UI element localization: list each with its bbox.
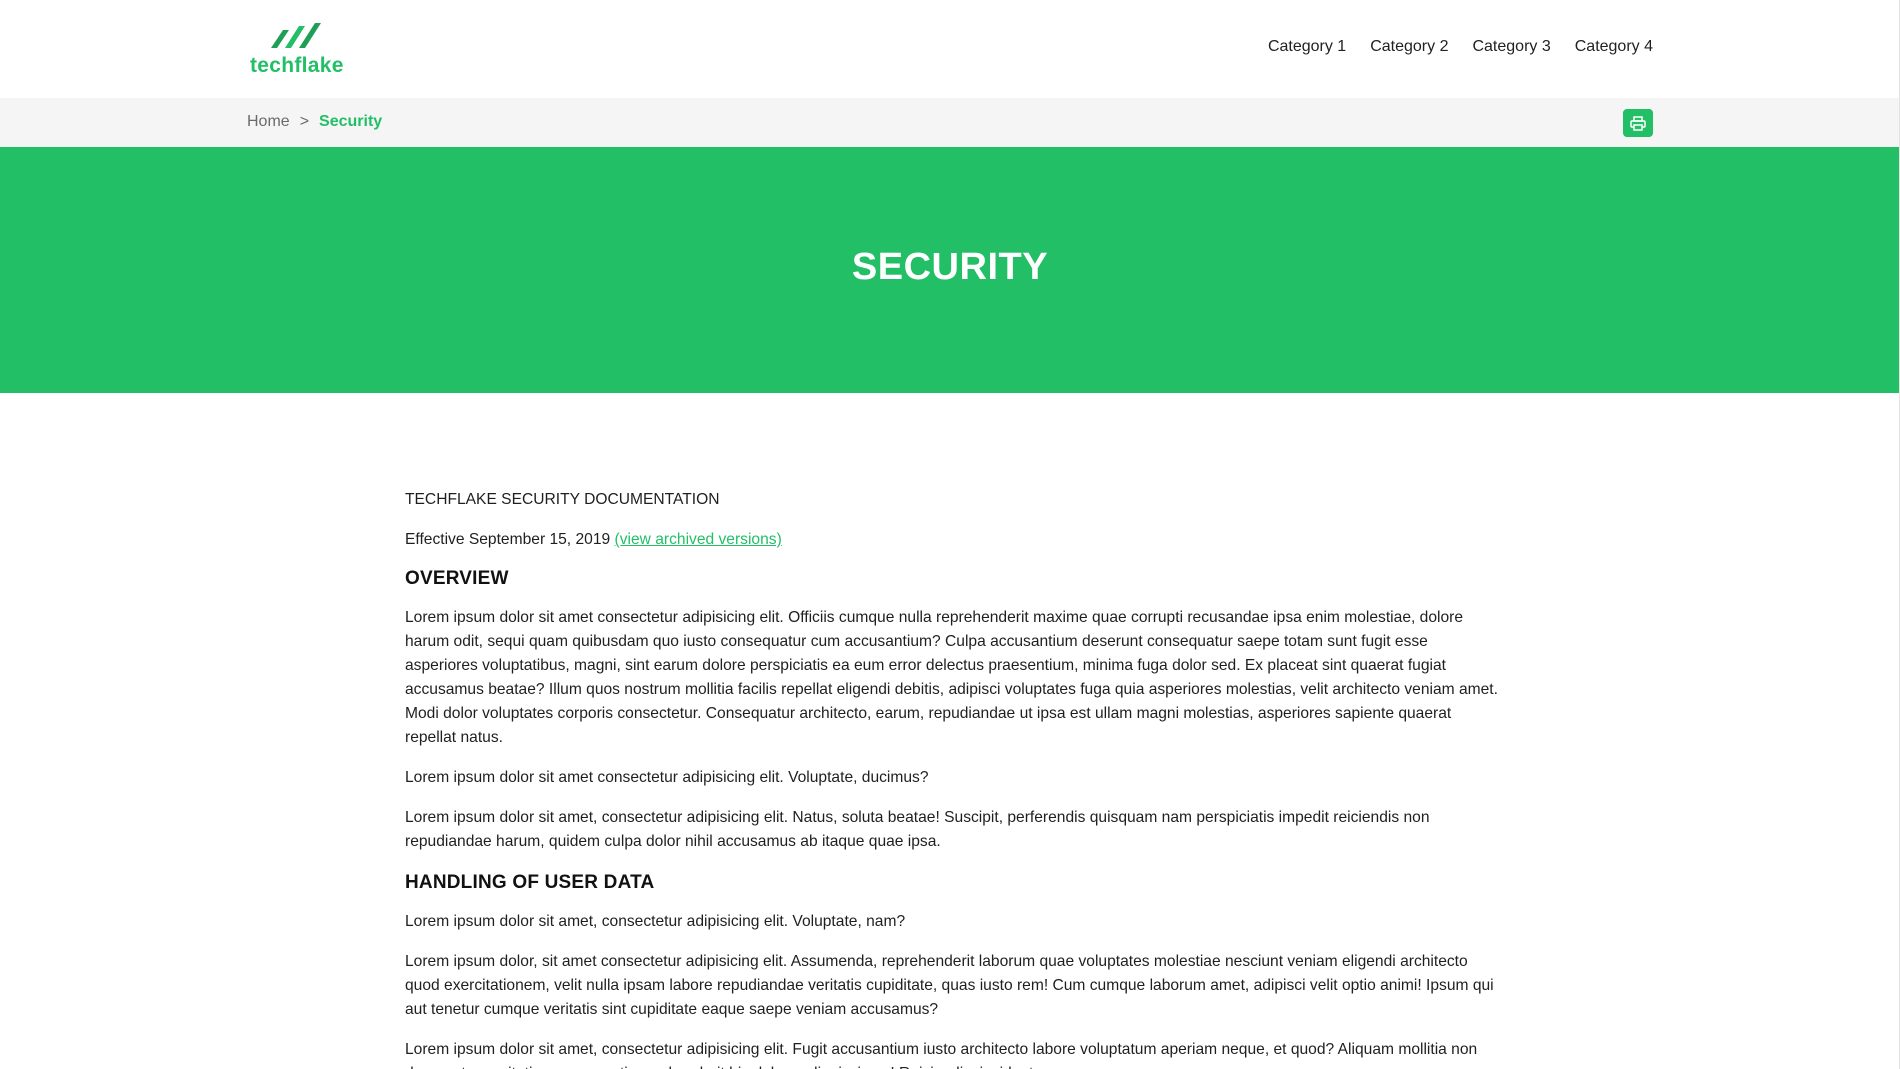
nav-item-category-3[interactable]: Category 3 xyxy=(1472,38,1550,56)
nav-item-category-4[interactable]: Category 4 xyxy=(1575,38,1653,56)
logo-link[interactable]: techflake xyxy=(250,22,346,78)
hero-banner: SECURITY xyxy=(0,147,1900,393)
effective-date-text: Effective September 15, 2019 xyxy=(405,531,611,548)
user-data-paragraph-1: Lorem ipsum dolor sit amet, consectetur … xyxy=(405,913,906,930)
breadcrumb-home-link[interactable]: Home xyxy=(247,113,290,131)
document-content: TECHFLAKE SECURITY DOCUMENTATION Effecti… xyxy=(405,488,1500,1069)
print-button[interactable] xyxy=(1623,109,1653,137)
logo-text: techflake xyxy=(250,54,344,77)
overview-paragraph-1: Lorem ipsum dolor sit amet consectetur a… xyxy=(405,609,1498,746)
user-data-paragraph-2: Lorem ipsum dolor, sit amet consectetur … xyxy=(405,953,1494,1018)
nav-item-category-1[interactable]: Category 1 xyxy=(1268,38,1346,56)
page: techflake Category 1 Category 2 Category… xyxy=(0,0,1900,1069)
section-heading-overview: OVERVIEW xyxy=(405,568,509,589)
printer-icon xyxy=(1630,115,1646,131)
main-nav: Category 1 Category 2 Category 3 Categor… xyxy=(1268,38,1653,56)
effective-date: Effective September 15, 2019 (view archi… xyxy=(405,528,1500,552)
techflake-logo-icon xyxy=(271,23,321,48)
overview-paragraph-2: Lorem ipsum dolor sit amet consectetur a… xyxy=(405,769,929,786)
section-heading-handling-of-user-data: HANDLING OF USER DATA xyxy=(405,872,655,893)
breadcrumb-current: Security xyxy=(319,113,383,130)
view-archived-versions-link[interactable]: (view archived versions) xyxy=(615,531,782,548)
site-header: techflake Category 1 Category 2 Category… xyxy=(0,0,1900,98)
nav-item-category-2[interactable]: Category 2 xyxy=(1370,38,1448,56)
page-title: SECURITY xyxy=(851,245,1049,288)
doc-title: TECHFLAKE SECURITY DOCUMENTATION xyxy=(405,491,720,508)
user-data-paragraph-3: Lorem ipsum dolor sit amet, consectetur … xyxy=(405,1041,1478,1069)
overview-paragraph-3: Lorem ipsum dolor sit amet, consectetur … xyxy=(405,809,1430,850)
breadcrumb-bar: Home > Security xyxy=(0,98,1900,147)
breadcrumb-separator: > xyxy=(299,113,310,130)
breadcrumb: Home > Security xyxy=(247,113,382,131)
